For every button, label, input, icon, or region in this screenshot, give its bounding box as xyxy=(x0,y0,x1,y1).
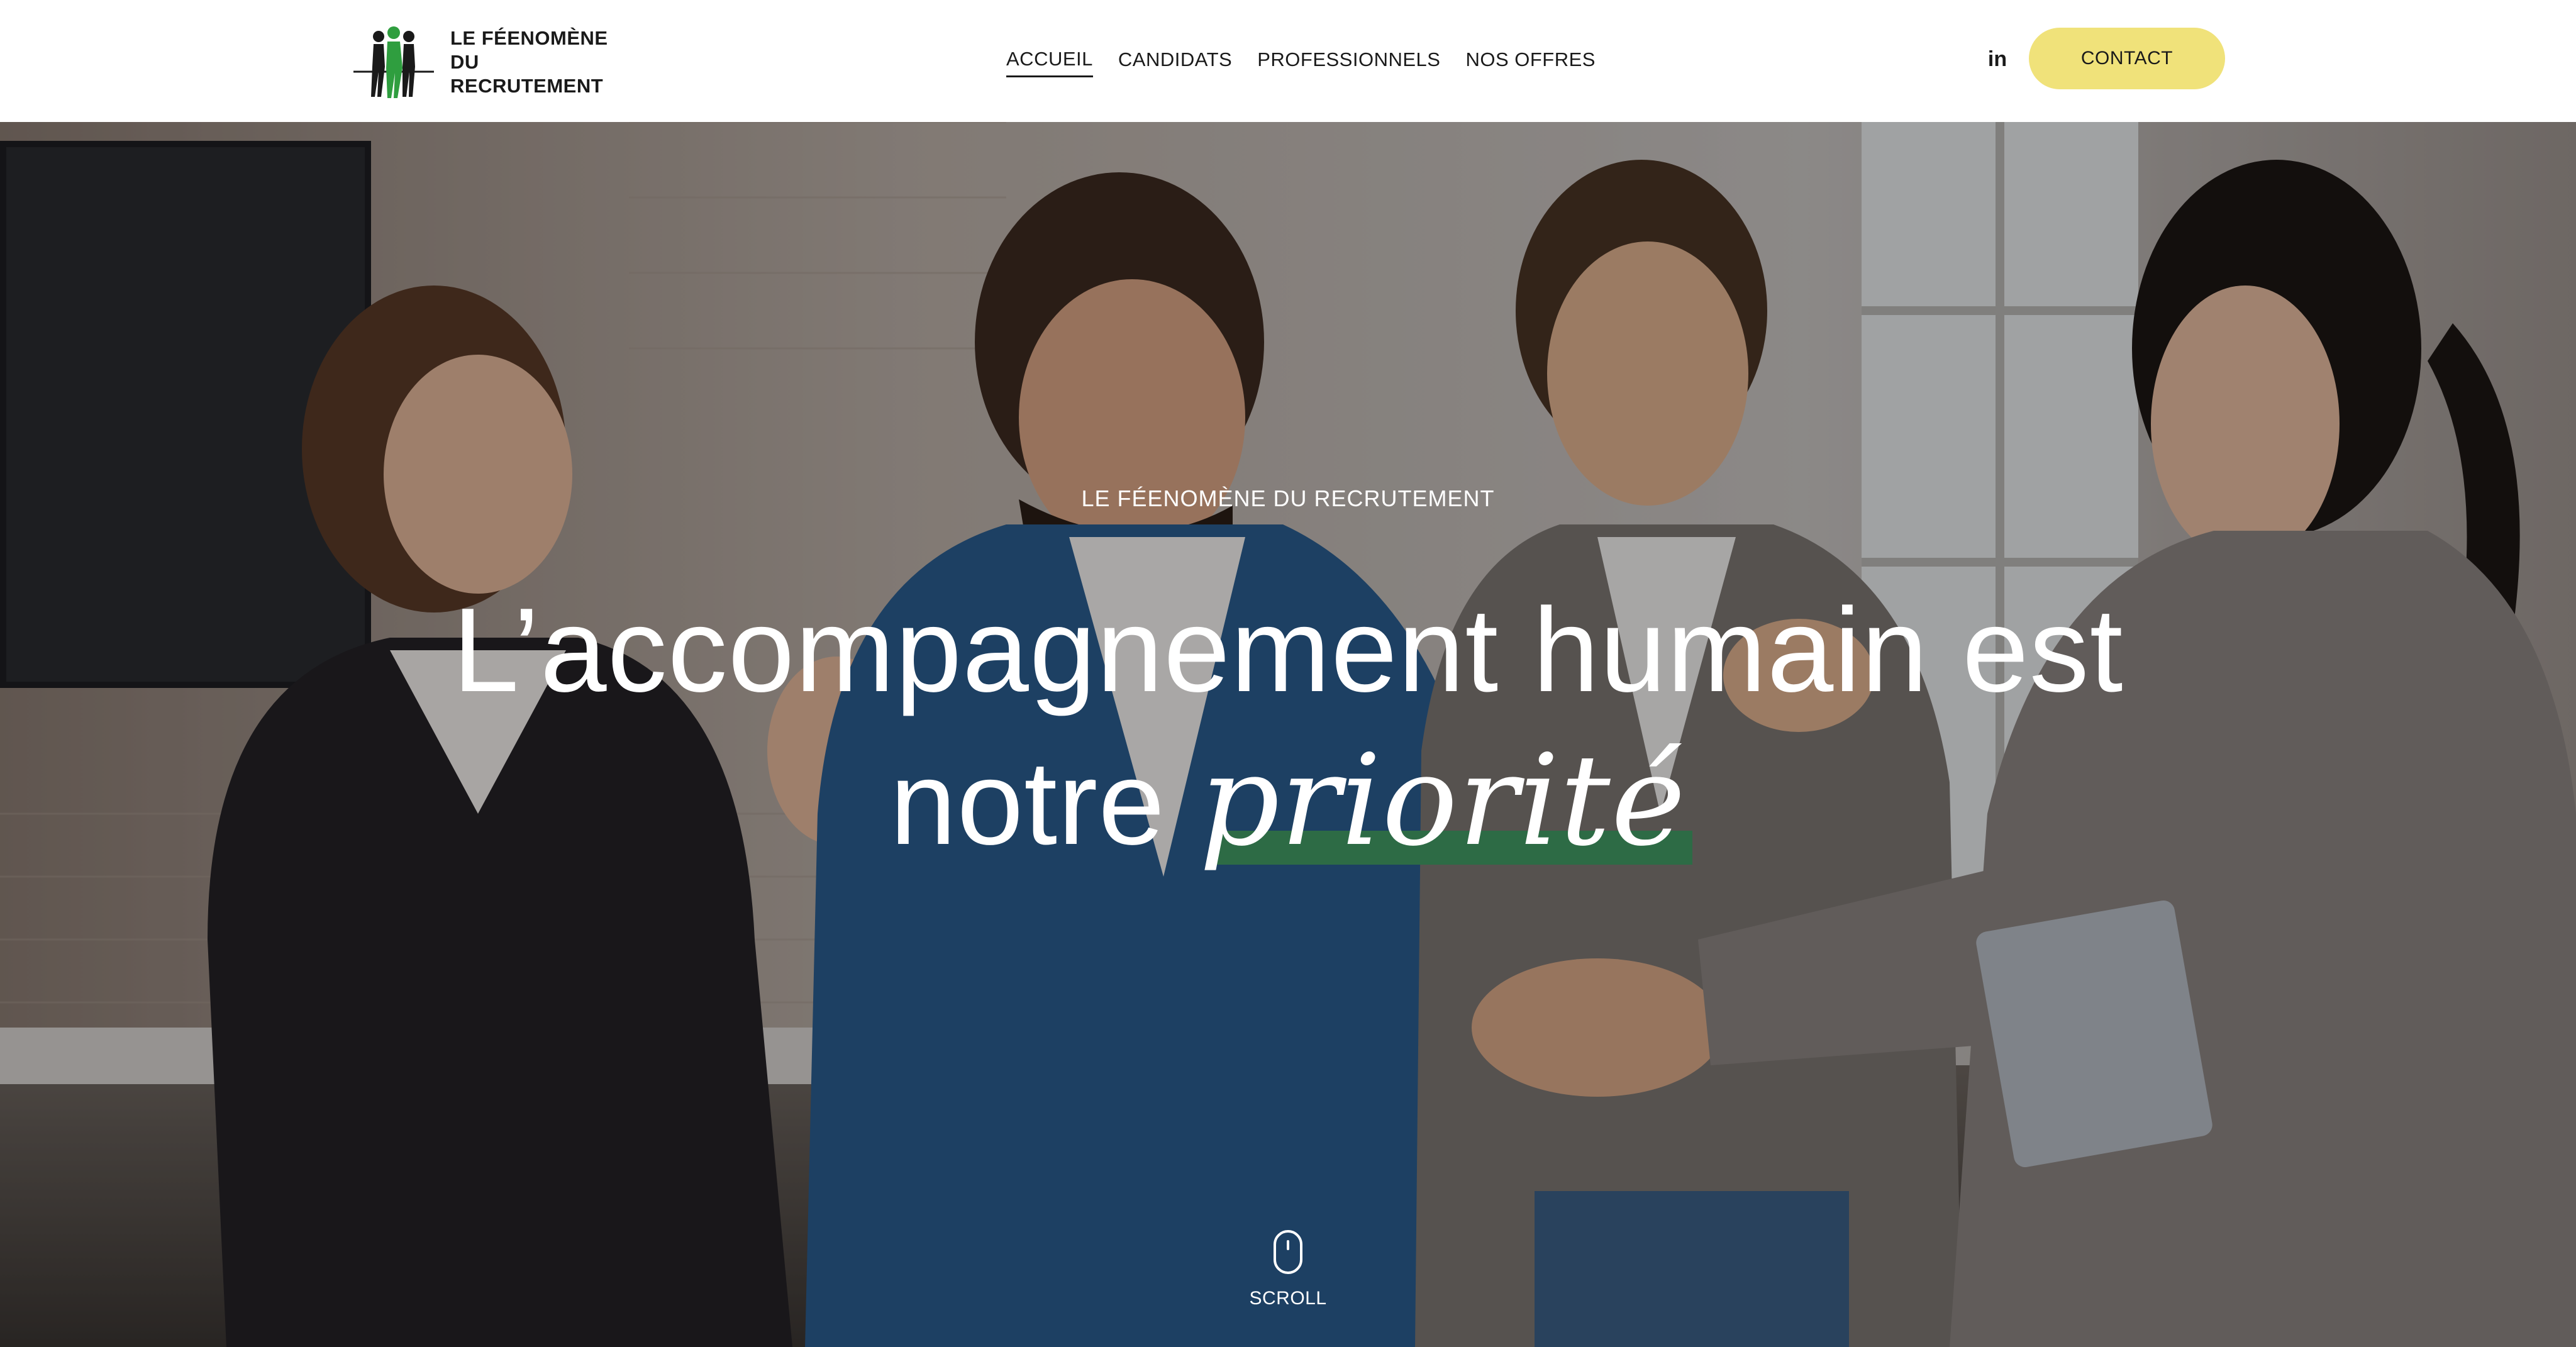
nav-item-accueil[interactable]: ACCUEIL xyxy=(1006,44,1093,77)
hero-title-prefix: notre xyxy=(889,736,1165,870)
main-nav: ACCUEIL CANDIDATS PROFESSIONNELS NOS OFF… xyxy=(1006,43,1596,78)
mouse-scroll-icon xyxy=(1274,1230,1302,1274)
brand-logo[interactable]: LE FÉENOMÈNE DU RECRUTEMENT xyxy=(350,23,626,102)
hero-title-accent: priorité xyxy=(1199,726,1693,879)
hero-section: LE FÉENOMÈNE DU RECRUTEMENT L’accompagne… xyxy=(0,122,2576,1347)
brand-name: LE FÉENOMÈNE DU RECRUTEMENT xyxy=(450,26,626,98)
nav-item-nos-offres[interactable]: NOS OFFRES xyxy=(1465,45,1596,76)
hero-kicker: LE FÉENOMÈNE DU RECRUTEMENT xyxy=(1081,485,1495,511)
scroll-label: SCROLL xyxy=(1249,1288,1327,1309)
hero-title-line2: notre priorité xyxy=(0,726,2576,879)
hero-title: L’accompagnement humain est notre priori… xyxy=(0,575,2576,879)
nav-item-professionnels[interactable]: PROFESSIONNELS xyxy=(1257,45,1440,76)
linkedin-icon[interactable]: in xyxy=(1985,45,2010,73)
brand-name-line2: DU RECRUTEMENT xyxy=(450,51,604,97)
three-figures-logo-icon xyxy=(353,26,434,98)
site-header: LE FÉENOMÈNE DU RECRUTEMENT ACCUEIL CAND… xyxy=(0,0,2576,122)
scroll-indicator[interactable]: SCROLL xyxy=(1249,1230,1327,1318)
hero-title-line1: L’accompagnement humain est xyxy=(452,584,2124,717)
hero-title-accent-word: priorité xyxy=(1199,728,1687,874)
contact-button[interactable]: CONTACT xyxy=(2029,28,2225,89)
brand-name-line1: LE FÉENOMÈNE xyxy=(450,27,608,49)
nav-item-candidats[interactable]: CANDIDATS xyxy=(1118,45,1232,76)
